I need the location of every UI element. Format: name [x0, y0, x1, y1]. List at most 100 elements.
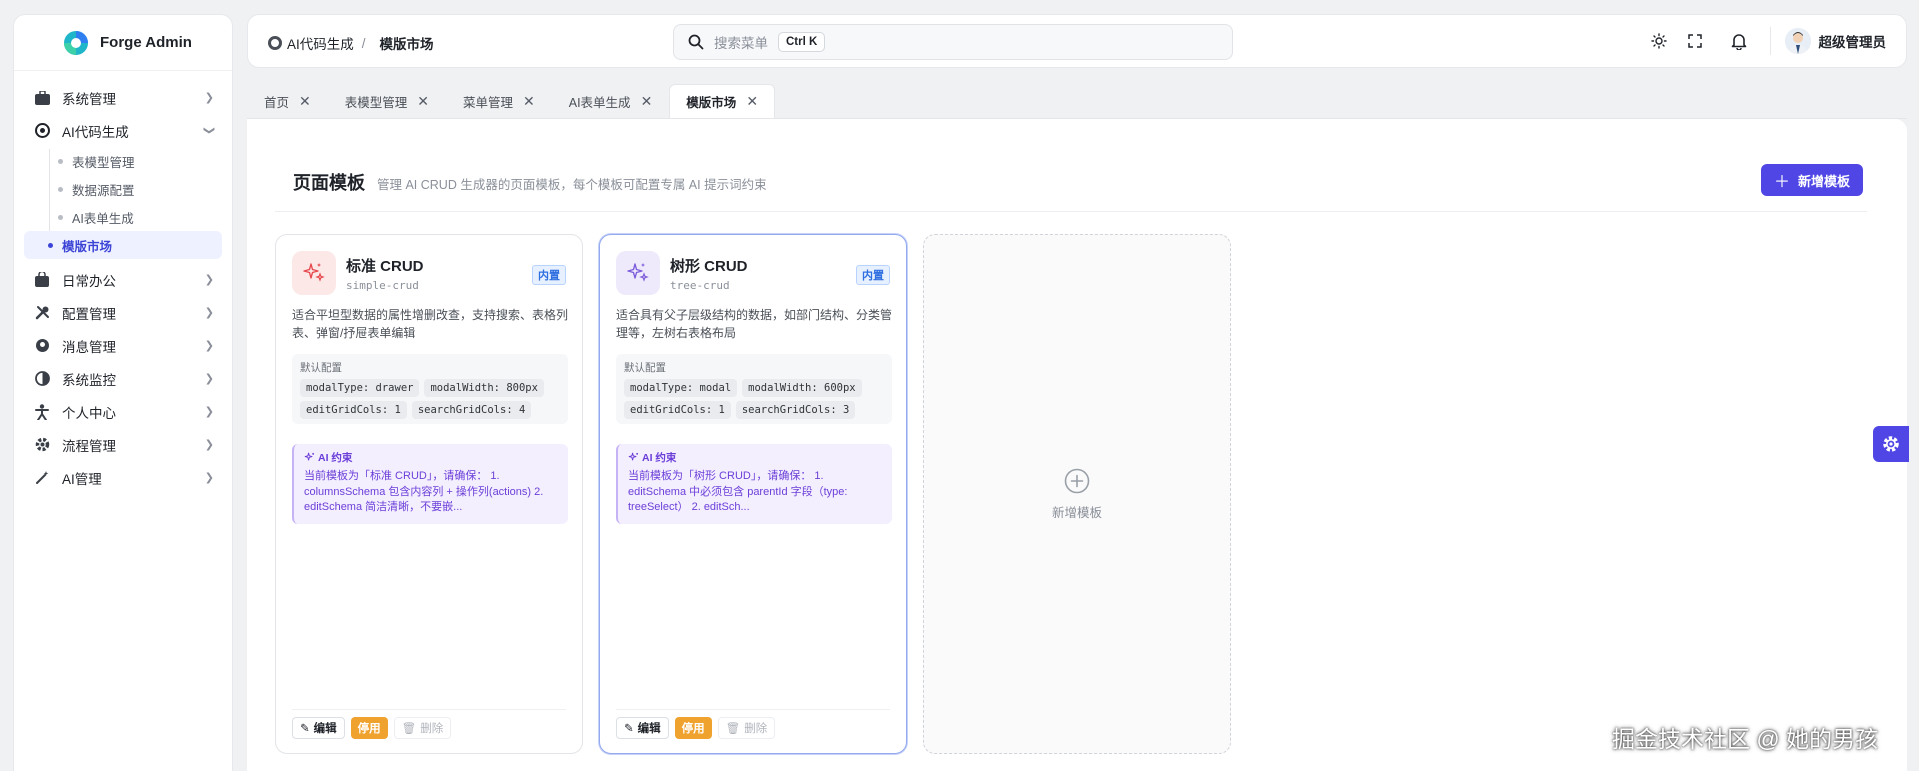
card-actions: ✎ 编辑 停用 🗑︎ 删除	[292, 709, 566, 739]
sidebar-menu: 系统管理 ❯ AI代码生成 ❯ 表模型管理 数据源配置 AI表单生成 模版市场 …	[14, 71, 232, 494]
trash-icon: 🗑︎	[401, 723, 417, 735]
sparkles-icon	[616, 251, 660, 295]
briefcase-icon	[34, 90, 50, 106]
ai-constraint-text: 当前模板为「标准 CRUD」，请确保： 1. columnsSchema 包含内…	[304, 470, 544, 513]
page-description: 管理 AI CRUD 生成器的页面模板，每个模板可配置专属 AI 提示词约束	[377, 178, 767, 192]
openai-icon	[268, 36, 282, 50]
wand-icon	[34, 470, 50, 486]
delete-button[interactable]: 🗑︎ 删除	[717, 717, 776, 739]
submenu-ai-codegen: 表模型管理 数据源配置 AI表单生成 模版市场	[14, 147, 232, 263]
sidebar-item-config[interactable]: 配置管理 ❯	[14, 296, 232, 329]
gear-icon	[1883, 436, 1899, 452]
ai-constraint-text: 当前模板为「树形 CRUD」，请确保： 1. editSchema 中必须包含 …	[628, 470, 848, 513]
tab-home[interactable]: 首页 ✕	[247, 84, 328, 118]
page-tabs: 首页 ✕ 表模型管理 ✕ 菜单管理 ✕ AI表单生成 ✕ 模版市场 ✕	[247, 84, 1907, 119]
config-chip: modalWidth: 800px	[424, 379, 544, 397]
top-header: AI代码生成 / 模版市场 搜索菜单 Ctrl K 超级管理员	[247, 14, 1907, 68]
default-config: 默认配置 modalType: modal modalWidth: 600px …	[616, 354, 892, 424]
card-actions: ✎ 编辑 停用 🗑︎ 删除	[616, 709, 890, 739]
edit-button[interactable]: ✎ 编辑	[292, 717, 345, 739]
page-title: 页面模板	[293, 173, 365, 193]
tab-ai-form[interactable]: AI表单生成 ✕	[552, 84, 670, 118]
add-template-button[interactable]: ＋ 新增模板	[1761, 164, 1863, 196]
breadcrumb-current: 模版市场	[379, 37, 434, 52]
sidebar: Forge Admin 系统管理 ❯ AI代码生成 ❯ 表模型管理 数据源配置 …	[13, 14, 233, 771]
disable-button[interactable]: 停用	[350, 717, 388, 739]
fullscreen-icon[interactable]	[1686, 32, 1704, 50]
sidebar-item-datasource[interactable]: 数据源配置	[24, 175, 222, 203]
close-icon[interactable]: ✕	[641, 93, 653, 110]
config-chip: editGridCols: 1	[624, 401, 731, 419]
default-config: 默认配置 modalType: drawer modalWidth: 800px…	[292, 354, 568, 424]
chevron-right-icon: ❯	[204, 92, 214, 104]
template-card[interactable]: 标准 CRUD simple-crud 内置 适合平坦型数据的属性增删改查，支持…	[275, 234, 583, 754]
config-chip: modalType: modal	[624, 379, 738, 397]
sidebar-item-workflow[interactable]: 流程管理 ❯	[14, 428, 232, 461]
sidebar-item-ai-admin[interactable]: AI管理 ❯	[14, 461, 232, 494]
sidebar-item-office[interactable]: 日常办公 ❯	[14, 263, 232, 296]
sun-icon[interactable]	[1650, 32, 1668, 50]
sidebar-item-ai-form[interactable]: AI表单生成	[24, 203, 222, 231]
breadcrumb-parent[interactable]: AI代码生成	[287, 33, 354, 53]
chevron-down-icon: ❯	[202, 125, 215, 136]
openai-icon	[34, 123, 50, 139]
page-header: 页面模板 管理 AI CRUD 生成器的页面模板，每个模板可配置专属 AI 提示…	[293, 169, 767, 195]
breadcrumb-separator: /	[361, 35, 366, 51]
main-content: 页面模板 管理 AI CRUD 生成器的页面模板，每个模板可配置专属 AI 提示…	[247, 119, 1907, 771]
tab-menu-management[interactable]: 菜单管理 ✕	[446, 84, 552, 118]
sidebar-item-template-market[interactable]: 模版市场	[24, 231, 222, 259]
close-icon[interactable]: ✕	[417, 93, 429, 110]
user-name[interactable]: 超级管理员	[1819, 31, 1887, 51]
settings-fab[interactable]	[1873, 426, 1909, 462]
sparkles-icon	[304, 452, 315, 461]
avatar[interactable]	[1784, 28, 1811, 54]
chevron-right-icon: ❯	[204, 373, 214, 385]
close-icon[interactable]: ✕	[299, 93, 311, 110]
template-card[interactable]: 树形 CRUD tree-crud 内置 适合具有父子层级结构的数据，如部门结构…	[599, 234, 907, 754]
breadcrumb: AI代码生成 / 模版市场	[268, 33, 434, 53]
template-key: simple-crud	[346, 279, 419, 292]
person-icon	[34, 403, 50, 420]
bag-icon	[34, 272, 50, 288]
source-credit: 掘金技术社区 @ 她的男孩	[1612, 726, 1879, 752]
config-title: 默认配置	[624, 362, 666, 374]
sidebar-item-ai-codegen[interactable]: AI代码生成 ❯	[14, 114, 232, 147]
plus-icon: ＋	[1773, 174, 1790, 191]
edit-button[interactable]: ✎ 编辑	[616, 717, 669, 739]
new-template-card[interactable]: 新增模板	[923, 234, 1231, 754]
close-icon[interactable]: ✕	[746, 93, 758, 110]
divider	[275, 211, 1867, 212]
close-icon[interactable]: ✕	[523, 93, 535, 110]
menu-search[interactable]: 搜索菜单 Ctrl K	[673, 24, 1233, 60]
chevron-right-icon: ❯	[204, 340, 214, 352]
template-description: 适合平坦型数据的属性增删改查，支持搜索、表格列表、弹窗/抒屉表单编辑	[292, 308, 569, 340]
logo-icon	[64, 31, 88, 55]
cog-icon	[34, 437, 50, 453]
sidebar-item-system[interactable]: 系统管理 ❯	[14, 81, 232, 114]
builtin-badge: 内置	[856, 265, 890, 285]
config-chip: searchGridCols: 3	[735, 401, 856, 419]
sidebar-item-profile[interactable]: 个人中心 ❯	[14, 395, 232, 428]
template-description: 适合具有父子层级结构的数据，如部门结构、分类管理等，左树右表格布局	[616, 308, 893, 340]
config-chip: modalWidth: 600px	[742, 379, 862, 397]
bell-icon[interactable]	[1730, 32, 1748, 50]
app-name: Forge Admin	[100, 34, 192, 51]
edit-icon: ✎	[300, 723, 310, 735]
config-chip: editGridCols: 1	[300, 401, 407, 419]
builtin-badge: 内置	[532, 265, 566, 285]
template-name: 标准 CRUD	[346, 258, 424, 275]
sidebar-item-message[interactable]: 消息管理 ❯	[14, 329, 232, 362]
config-chip: searchGridCols: 4	[411, 401, 532, 419]
message-icon	[34, 338, 50, 354]
disable-button[interactable]: 停用	[674, 717, 712, 739]
delete-button[interactable]: 🗑︎ 删除	[393, 717, 452, 739]
search-placeholder: 搜索菜单	[714, 36, 768, 51]
new-template-label: 新增模板	[1051, 505, 1102, 520]
sidebar-item-monitor[interactable]: 系统监控 ❯	[14, 362, 232, 395]
ai-constraint: AI 约束 当前模板为「标准 CRUD」，请确保： 1. columnsSche…	[292, 444, 568, 524]
tab-template-market[interactable]: 模版市场 ✕	[669, 84, 776, 118]
tab-table-model[interactable]: 表模型管理 ✕	[328, 84, 446, 118]
sparkles-icon	[292, 251, 336, 295]
logo[interactable]: Forge Admin	[14, 15, 232, 71]
sidebar-item-table-model[interactable]: 表模型管理	[24, 147, 222, 175]
